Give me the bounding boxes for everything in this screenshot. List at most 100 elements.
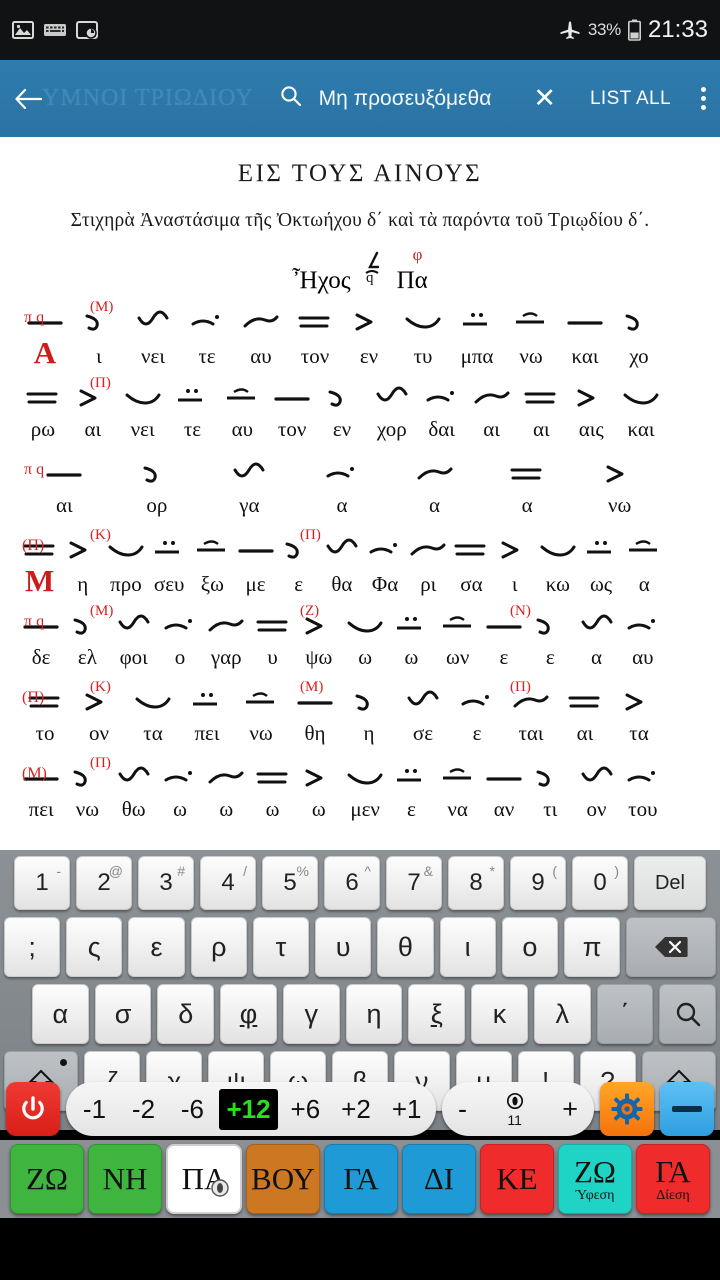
overflow-menu-icon[interactable] <box>697 83 710 114</box>
transpose-step-minus1[interactable]: -1 <box>72 1094 116 1125</box>
transpose-step-plus6[interactable]: +6 <box>283 1094 329 1125</box>
chant-line[interactable]: (Μ) (Ζ) (Ν) π q δε ελ φοι ο γαρ υ ψω ω ω ων ε ε α αυ <box>0 603 720 675</box>
neume-hyporroe-icon <box>118 766 150 782</box>
lyric-syllable: Φα <box>371 572 399 596</box>
image-icon <box>12 21 34 39</box>
key-2[interactable]: 2 @ <box>76 856 132 910</box>
note-button-ΖΩ[interactable]: ΖΩ <box>10 1144 84 1214</box>
lyric-syllable: αυ <box>250 344 272 368</box>
key-8[interactable]: 8 * <box>448 856 504 910</box>
key-κ[interactable]: κ <box>471 984 528 1044</box>
key-del[interactable]: Del <box>634 856 706 910</box>
key-9[interactable]: 9( <box>510 856 566 910</box>
lyric-syllable: νει <box>141 344 165 368</box>
battery-percent: 33% <box>587 20 621 39</box>
chant-line[interactable]: (Π) (Μ) πει νω θω ω ω ω ω μεν ε να αν τι ον του <box>0 755 720 827</box>
transpose-step-minus6[interactable]: -6 <box>170 1094 214 1125</box>
list-all-button[interactable]: LIST ALL <box>590 88 671 110</box>
note-button-ΒΟΥ[interactable]: ΒΟΥ <box>246 1144 320 1214</box>
key-γ[interactable]: γ <box>282 984 340 1044</box>
note-label: ΔΙ <box>423 1161 455 1196</box>
key-7[interactable]: 7 & <box>386 856 442 910</box>
note-button-ΚΕ[interactable]: ΚΕ <box>480 1144 554 1214</box>
note-button-ΝΗ[interactable]: ΝΗ <box>88 1144 162 1214</box>
note-button-bar[interactable]: ΖΩ ΝΗ ΠΑ ΒΟΥ ΓΑ ΔΙ ΚΕ ΖΩ Ύφεση ΓΑ Δίεση <box>0 1140 720 1218</box>
note-button-ΠΑ[interactable]: ΠΑ <box>166 1144 242 1214</box>
key-3[interactable]: 3 # <box>138 856 194 910</box>
minimize-button[interactable] <box>660 1082 714 1136</box>
key-τ[interactable]: τ <box>252 917 310 977</box>
key-ι[interactable]: ι <box>439 917 496 977</box>
neume-row <box>18 757 702 797</box>
key-6[interactable]: 6 ^ <box>324 856 380 910</box>
key-α[interactable]: α <box>31 984 89 1044</box>
neume-cell <box>388 610 434 640</box>
key-ρ[interactable]: ρ <box>190 917 247 977</box>
lyric-syllable: κω <box>545 572 570 596</box>
line-martyria: π q <box>24 309 45 326</box>
tempo-plus-button[interactable]: + <box>562 1094 578 1125</box>
key-;[interactable]: ; <box>3 917 61 977</box>
tempo-control[interactable]: - 11 + <box>442 1082 594 1136</box>
key-φ[interactable]: φ <box>220 984 277 1044</box>
neume-hyporroe-icon <box>233 462 265 478</box>
lyric-syllable: ρω <box>30 417 56 441</box>
line-martyria: (Π) <box>22 537 45 554</box>
key-ς[interactable]: ς <box>66 917 123 977</box>
clear-search-button[interactable]: ✕ <box>533 85 556 112</box>
search-input[interactable]: Μη προσευξόμεθα <box>319 87 492 111</box>
key-υ[interactable]: υ <box>315 917 372 977</box>
key-backspace[interactable] <box>626 917 717 977</box>
key-ε[interactable]: ε <box>128 917 185 977</box>
key-4[interactable]: 4/ <box>200 856 256 910</box>
martyria-mark: (Ν) <box>510 603 531 619</box>
power-button[interactable] <box>6 1082 60 1136</box>
chant-line[interactable]: (Κ) (Π) (Π) Μη προ σευ ξω με ε θα Φα ρι σα ι κω ως α <box>0 527 720 599</box>
key-σ[interactable]: σ <box>94 984 152 1044</box>
echos-note-label: Πα <box>396 267 428 294</box>
key-δ[interactable]: δ <box>157 984 215 1044</box>
transpose-step-plus2[interactable]: +2 <box>333 1094 379 1125</box>
search-icon[interactable] <box>279 84 303 113</box>
key-0[interactable]: 0) <box>572 856 628 910</box>
chant-line[interactable]: (Π) ρω αι νει τε αυ τον εν χορ δαι αι αι αις και <box>0 375 720 447</box>
key-η[interactable]: η <box>345 984 403 1044</box>
score-document[interactable]: ΕΙΣ ΤΟΥΣ ΑΙΝΟΥΣ Στιχηρὰ Ἀναστάσιμα τῆς Ὀ… <box>0 137 720 850</box>
settings-button[interactable] <box>600 1082 654 1136</box>
transpose-step-plus1[interactable]: +1 <box>384 1094 430 1125</box>
note-button-ΖΩ-Ύφεση[interactable]: ΖΩ Ύφεση <box>558 1144 632 1214</box>
neume-cell <box>148 534 191 564</box>
line-martyria: (Μ) <box>22 765 47 782</box>
key-search[interactable] <box>659 984 717 1044</box>
chant-line[interactable]: (Κ) (Μ) (Π) (Π) το ον τα πει νω θη η σε ε ται αι τα <box>0 679 720 751</box>
key-π[interactable]: π <box>563 917 621 977</box>
chant-line[interactable]: (Μ) π q Αι νει τε αυ τον εν τυ μπα νω και χο <box>0 299 720 371</box>
transpose-toolbar: -1 -2 -6 +12 +6 +2 +1 - 11 + <box>0 1078 720 1140</box>
neume-cell <box>620 762 666 792</box>
transpose-steps[interactable]: -1 -2 -6 +12 +6 +2 +1 <box>66 1082 436 1136</box>
neume-apostrophos-icon <box>143 466 157 483</box>
key-5[interactable]: 5% <box>262 856 318 910</box>
note-button-ΓΑ-Δίεση[interactable]: ΓΑ Δίεση <box>636 1144 710 1214</box>
neume-cell <box>573 458 666 488</box>
neume-ison-icon <box>486 777 522 781</box>
note-button-ΓΑ[interactable]: ΓΑ <box>324 1144 398 1214</box>
neume-cell <box>573 610 619 640</box>
speaker-icon <box>210 1170 230 1206</box>
key-alt-label: # <box>177 863 185 879</box>
key-λ[interactable]: λ <box>533 984 591 1044</box>
status-bar: 33% 21:33 <box>0 0 720 60</box>
transpose-step-minus2[interactable]: -2 <box>121 1094 165 1125</box>
tempo-minus-button[interactable]: - <box>458 1094 467 1125</box>
key-1[interactable]: 1- <box>14 856 70 910</box>
key-tonos[interactable]: ΄ <box>596 984 654 1044</box>
chant-line[interactable]: π q αι ορ γα α α α νω <box>0 453 720 523</box>
transpose-step-plus12[interactable]: +12 <box>219 1088 278 1130</box>
key-ξ[interactable]: ξ <box>408 984 466 1044</box>
key-ο[interactable]: ο <box>501 917 558 977</box>
neume-apostrophos-icon <box>536 618 551 635</box>
neume-ison-icon <box>274 397 310 401</box>
note-button-ΔΙ[interactable]: ΔΙ <box>402 1144 476 1214</box>
key-θ[interactable]: θ <box>377 917 434 977</box>
neume-oligon-icon <box>125 393 161 405</box>
